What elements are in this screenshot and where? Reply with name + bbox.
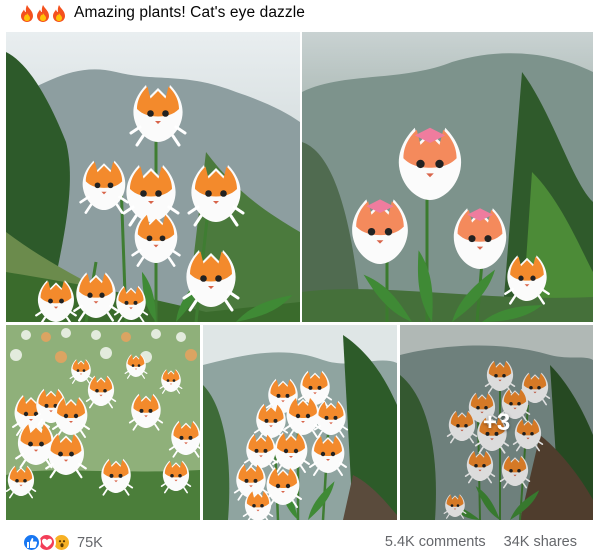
more-photos-count: +3 <box>482 408 511 436</box>
post-header: Amazing plants! Cat's eye dazzle <box>20 2 305 24</box>
gallery-photo-more[interactable]: +3 <box>400 325 593 520</box>
more-photos-overlay[interactable]: +3 <box>400 325 593 520</box>
like-icon <box>22 533 41 552</box>
engagement-counts: 5.4K comments 34K shares <box>385 534 577 550</box>
gallery-photo-1[interactable] <box>6 32 300 322</box>
reactions-summary[interactable]: 75K <box>22 533 103 552</box>
fire-icon <box>52 4 66 22</box>
post-footer: 75K 5.4K comments 34K shares <box>0 527 595 559</box>
comments-count-link[interactable]: 5.4K comments <box>385 534 486 550</box>
fire-icon <box>36 4 50 22</box>
post-title: Amazing plants! Cat's eye dazzle <box>74 4 306 21</box>
gallery-photo-2[interactable] <box>302 32 593 322</box>
gallery-photo-3[interactable] <box>6 325 200 520</box>
fire-icon <box>20 4 34 22</box>
gallery-photo-4[interactable] <box>203 325 397 520</box>
photo-gallery: +3 <box>6 32 593 520</box>
reaction-count: 75K <box>77 534 103 551</box>
shares-count-link[interactable]: 34K shares <box>504 534 577 550</box>
